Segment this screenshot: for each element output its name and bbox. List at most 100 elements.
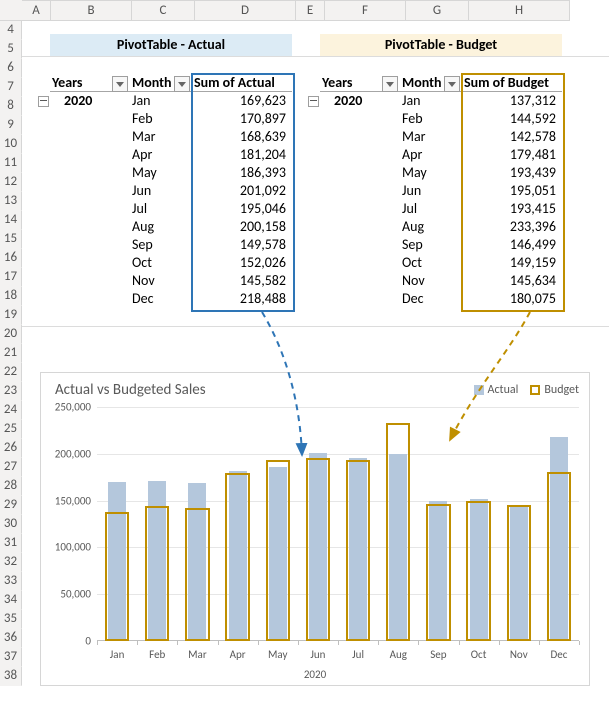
row-header[interactable]: 4 (0, 20, 22, 40)
value-cell[interactable]: 142,578 (462, 128, 562, 146)
row-header[interactable]: 27 (0, 458, 22, 477)
row-header[interactable]: 33 (0, 572, 22, 591)
chart[interactable]: Actual vs Budgeted Sales Actual Budget 0… (40, 372, 590, 686)
month-cell[interactable]: May (130, 164, 192, 182)
bar-budget[interactable] (466, 501, 490, 641)
row-header[interactable]: 19 (0, 306, 22, 325)
value-cell[interactable]: 145,634 (462, 272, 562, 290)
pivot-year[interactable]: 2020 (50, 92, 130, 110)
value-cell[interactable]: 195,046 (192, 200, 292, 218)
row-header[interactable]: 18 (0, 287, 22, 306)
pivot-header-years[interactable]: Years (320, 74, 400, 92)
month-cell[interactable]: Jul (400, 200, 462, 218)
row-header[interactable]: 26 (0, 439, 22, 458)
row-header[interactable]: 9 (0, 116, 22, 135)
column-header[interactable]: E (296, 1, 325, 21)
month-cell[interactable]: Dec (400, 290, 462, 308)
bar-budget[interactable] (386, 423, 410, 641)
value-cell[interactable]: 179,481 (462, 146, 562, 164)
column-header[interactable]: A (22, 1, 51, 21)
row-header[interactable]: 20 (0, 325, 22, 344)
pivot-header-years[interactable]: Years (50, 74, 130, 92)
row-header[interactable]: 37 (0, 648, 22, 667)
row-header[interactable]: 17 (0, 268, 22, 287)
month-cell[interactable]: Apr (400, 146, 462, 164)
month-cell[interactable]: Feb (130, 110, 192, 128)
month-cell[interactable]: Jul (130, 200, 192, 218)
value-cell[interactable]: 149,578 (192, 236, 292, 254)
row-header[interactable]: 21 (0, 344, 22, 363)
month-cell[interactable]: Aug (130, 218, 192, 236)
value-cell[interactable]: 146,499 (462, 236, 562, 254)
column-header[interactable]: C (132, 1, 195, 21)
column-header[interactable]: H (469, 1, 570, 21)
value-cell[interactable]: 186,393 (192, 164, 292, 182)
value-cell[interactable]: 144,592 (462, 110, 562, 128)
row-header[interactable]: 24 (0, 401, 22, 420)
value-cell[interactable]: 233,396 (462, 218, 562, 236)
value-cell[interactable]: 200,158 (192, 218, 292, 236)
value-cell[interactable]: 193,439 (462, 164, 562, 182)
row-header[interactable]: 28 (0, 477, 22, 496)
value-cell[interactable]: 180,075 (462, 290, 562, 308)
row-header[interactable]: 7 (0, 78, 22, 97)
month-cell[interactable]: Sep (400, 236, 462, 254)
row-header[interactable]: 6 (0, 59, 22, 78)
bar-budget[interactable] (507, 505, 531, 641)
bar-budget[interactable] (185, 508, 209, 641)
row-header[interactable]: 8 (0, 97, 22, 116)
row-header[interactable]: 15 (0, 230, 22, 249)
row-header[interactable]: 32 (0, 553, 22, 572)
row-header[interactable]: 35 (0, 610, 22, 629)
bar-budget[interactable] (145, 506, 169, 641)
row-header[interactable]: 25 (0, 420, 22, 439)
month-cell[interactable]: Apr (130, 146, 192, 164)
collapse-icon[interactable] (308, 96, 319, 107)
bar-budget[interactable] (105, 512, 129, 641)
filter-dropdown-icon[interactable] (174, 76, 190, 92)
value-cell[interactable]: 145,582 (192, 272, 292, 290)
month-cell[interactable]: Jan (400, 92, 462, 110)
bar-budget[interactable] (547, 472, 571, 641)
row-header[interactable]: 11 (0, 154, 22, 173)
row-header[interactable]: 30 (0, 515, 22, 534)
value-cell[interactable]: 152,026 (192, 254, 292, 272)
row-header[interactable]: 12 (0, 173, 22, 192)
bar-budget[interactable] (306, 458, 330, 641)
pivot-header-month[interactable]: Month (130, 74, 192, 92)
row-header[interactable]: 31 (0, 534, 22, 553)
filter-dropdown-icon[interactable] (444, 76, 460, 92)
filter-dropdown-icon[interactable] (112, 76, 128, 92)
pivot-year[interactable]: 2020 (320, 92, 400, 110)
row-header[interactable]: 36 (0, 629, 22, 648)
month-cell[interactable]: Nov (400, 272, 462, 290)
value-cell[interactable]: 201,092 (192, 182, 292, 200)
month-cell[interactable]: Jan (130, 92, 192, 110)
bar-budget[interactable] (426, 504, 450, 641)
month-cell[interactable]: Sep (130, 236, 192, 254)
filter-dropdown-icon[interactable] (382, 76, 398, 92)
row-header[interactable]: 23 (0, 382, 22, 401)
column-header[interactable]: B (51, 1, 132, 21)
month-cell[interactable]: Oct (130, 254, 192, 272)
value-cell[interactable]: 181,204 (192, 146, 292, 164)
row-header[interactable]: 38 (0, 667, 22, 686)
month-cell[interactable]: Nov (130, 272, 192, 290)
month-cell[interactable]: Jun (130, 182, 192, 200)
select-all-corner[interactable] (0, 0, 23, 21)
value-cell[interactable]: 149,159 (462, 254, 562, 272)
value-cell[interactable]: 170,897 (192, 110, 292, 128)
month-cell[interactable]: Dec (130, 290, 192, 308)
value-cell[interactable]: 193,415 (462, 200, 562, 218)
column-header[interactable]: G (406, 1, 469, 21)
month-cell[interactable]: Feb (400, 110, 462, 128)
row-header[interactable]: 16 (0, 249, 22, 268)
value-cell[interactable]: 168,639 (192, 128, 292, 146)
month-cell[interactable]: Jun (400, 182, 462, 200)
bar-budget[interactable] (266, 460, 290, 641)
month-cell[interactable]: May (400, 164, 462, 182)
bar-budget[interactable] (225, 473, 249, 641)
month-cell[interactable]: Aug (400, 218, 462, 236)
pivot-header-month[interactable]: Month (400, 74, 462, 92)
row-header[interactable]: 13 (0, 192, 22, 211)
